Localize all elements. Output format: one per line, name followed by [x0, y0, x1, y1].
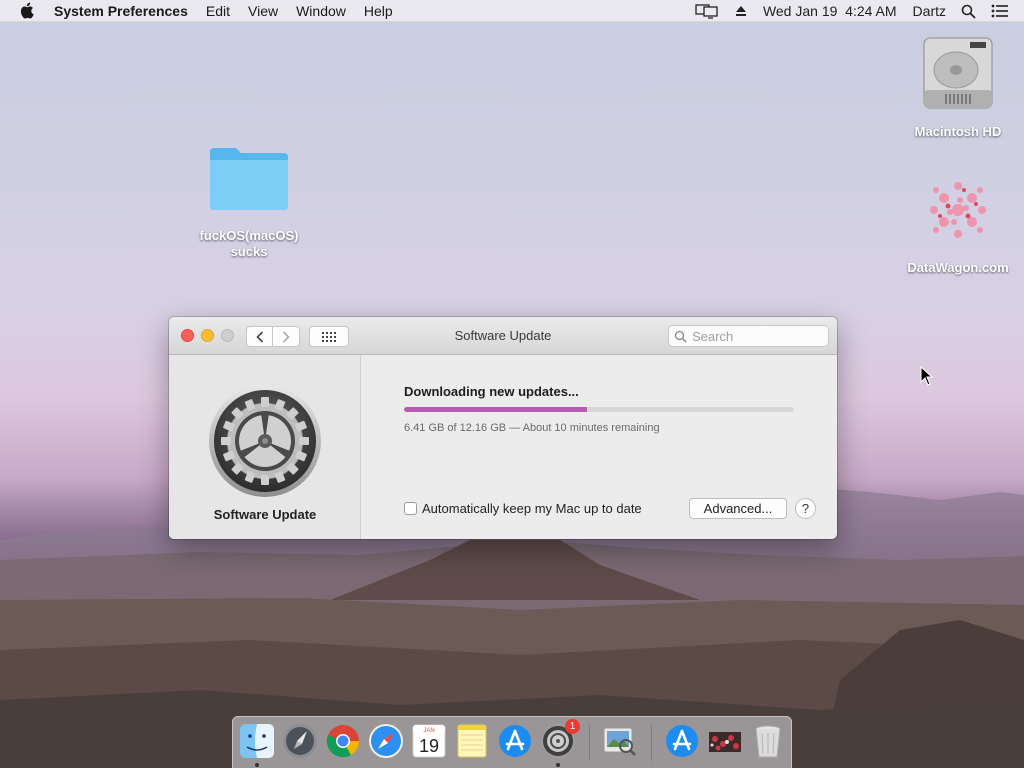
download-progress-bar [404, 407, 794, 412]
desktop-icon-label-line2: sucks [230, 244, 268, 259]
eject-icon[interactable] [734, 4, 748, 18]
update-status-title: Downloading new updates... [404, 384, 579, 399]
datawagon-icon [930, 182, 986, 238]
menu-bar: System Preferences Edit View Window Help… [0, 0, 1024, 22]
download-progress-detail: 6.41 GB of 12.16 GB — About 10 minutes r… [404, 422, 660, 434]
photos-stack-icon [709, 732, 741, 752]
dock-item-preview[interactable] [600, 722, 638, 760]
mouse-cursor-icon [920, 366, 934, 386]
safari-icon [369, 724, 403, 758]
dock-running-indicator [556, 763, 560, 767]
dock-item-system-preferences[interactable]: 1 [539, 719, 580, 760]
dock-item-notes[interactable] [453, 722, 491, 760]
search-icon [674, 330, 687, 343]
sidebar-pane-label: Software Update [213, 507, 317, 522]
app-store-icon [499, 725, 531, 757]
apple-menu-icon[interactable] [19, 2, 39, 19]
dock-item-chrome[interactable] [324, 722, 362, 760]
display-mirroring-icon[interactable] [695, 3, 719, 19]
menu-clock[interactable]: Wed Jan 19 4:24 AM [763, 3, 897, 19]
dock-separator [651, 725, 652, 761]
notification-center-icon[interactable] [991, 4, 1009, 18]
desktop-icon-macintosh-hd[interactable]: Macintosh HD [905, 34, 1011, 140]
dock-item-finder[interactable] [238, 722, 276, 760]
menu-user-name[interactable]: Dartz [913, 3, 946, 19]
dock-item-calendar[interactable]: JAN 19 [410, 722, 448, 760]
preview-icon [603, 727, 636, 756]
dock-item-downloads[interactable] [663, 722, 701, 760]
menu-help[interactable]: Help [364, 3, 393, 19]
download-progress-fill [404, 407, 588, 412]
help-button[interactable]: ? [795, 498, 816, 519]
dock-item-launchpad[interactable] [281, 722, 319, 760]
launchpad-icon [283, 724, 317, 758]
desktop-icon-datawagon[interactable]: DataWagon.com [905, 172, 1011, 276]
menu-app-name[interactable]: System Preferences [54, 3, 188, 19]
trash-icon [755, 725, 781, 758]
gear-icon [209, 385, 321, 497]
dock: JAN 19 1 [232, 716, 792, 768]
notification-badge: 1 [565, 719, 580, 734]
downloads-stack-icon [666, 725, 698, 757]
window-titlebar[interactable]: Software Update Search [169, 317, 837, 355]
update-status-area: Downloading new updates... 6.41 GB of 12… [361, 355, 837, 539]
desktop-icon-folder[interactable]: fuckOS(macOS) sucks [197, 142, 301, 260]
hard-drive-icon [923, 37, 993, 109]
dock-item-safari[interactable] [367, 722, 405, 760]
software-update-window: Software Update Search Software Update D… [169, 317, 837, 539]
desktop-icon-label: Macintosh HD [914, 124, 1002, 139]
chrome-icon [326, 725, 360, 758]
dock-item-app-store[interactable] [496, 722, 534, 760]
calendar-day: 19 [419, 736, 439, 756]
desktop-icon-label: DataWagon.com [907, 260, 1009, 275]
auto-update-option[interactable]: Automatically keep my Mac up to date [404, 501, 642, 516]
dock-item-photos[interactable] [706, 722, 744, 760]
menu-window[interactable]: Window [296, 3, 346, 19]
menu-view[interactable]: View [248, 3, 278, 19]
spotlight-search-icon[interactable] [961, 4, 976, 19]
finder-icon [240, 724, 274, 758]
menu-edit[interactable]: Edit [206, 3, 230, 19]
folder-icon [210, 148, 288, 210]
auto-update-checkbox[interactable] [404, 502, 417, 515]
calendar-icon: JAN 19 [412, 724, 446, 758]
desktop-icon-label-line1: fuckOS(macOS) [199, 228, 299, 243]
advanced-button[interactable]: Advanced... [689, 498, 787, 519]
dock-running-indicator [255, 763, 259, 767]
search-input[interactable]: Search [668, 325, 829, 347]
calendar-month: JAN [423, 728, 434, 734]
auto-update-label[interactable]: Automatically keep my Mac up to date [422, 501, 642, 516]
dock-item-trash[interactable] [749, 722, 787, 760]
notes-icon [457, 724, 487, 758]
software-update-sidebar: Software Update [169, 355, 361, 539]
dock-separator [589, 725, 590, 761]
search-placeholder: Search [692, 328, 734, 344]
